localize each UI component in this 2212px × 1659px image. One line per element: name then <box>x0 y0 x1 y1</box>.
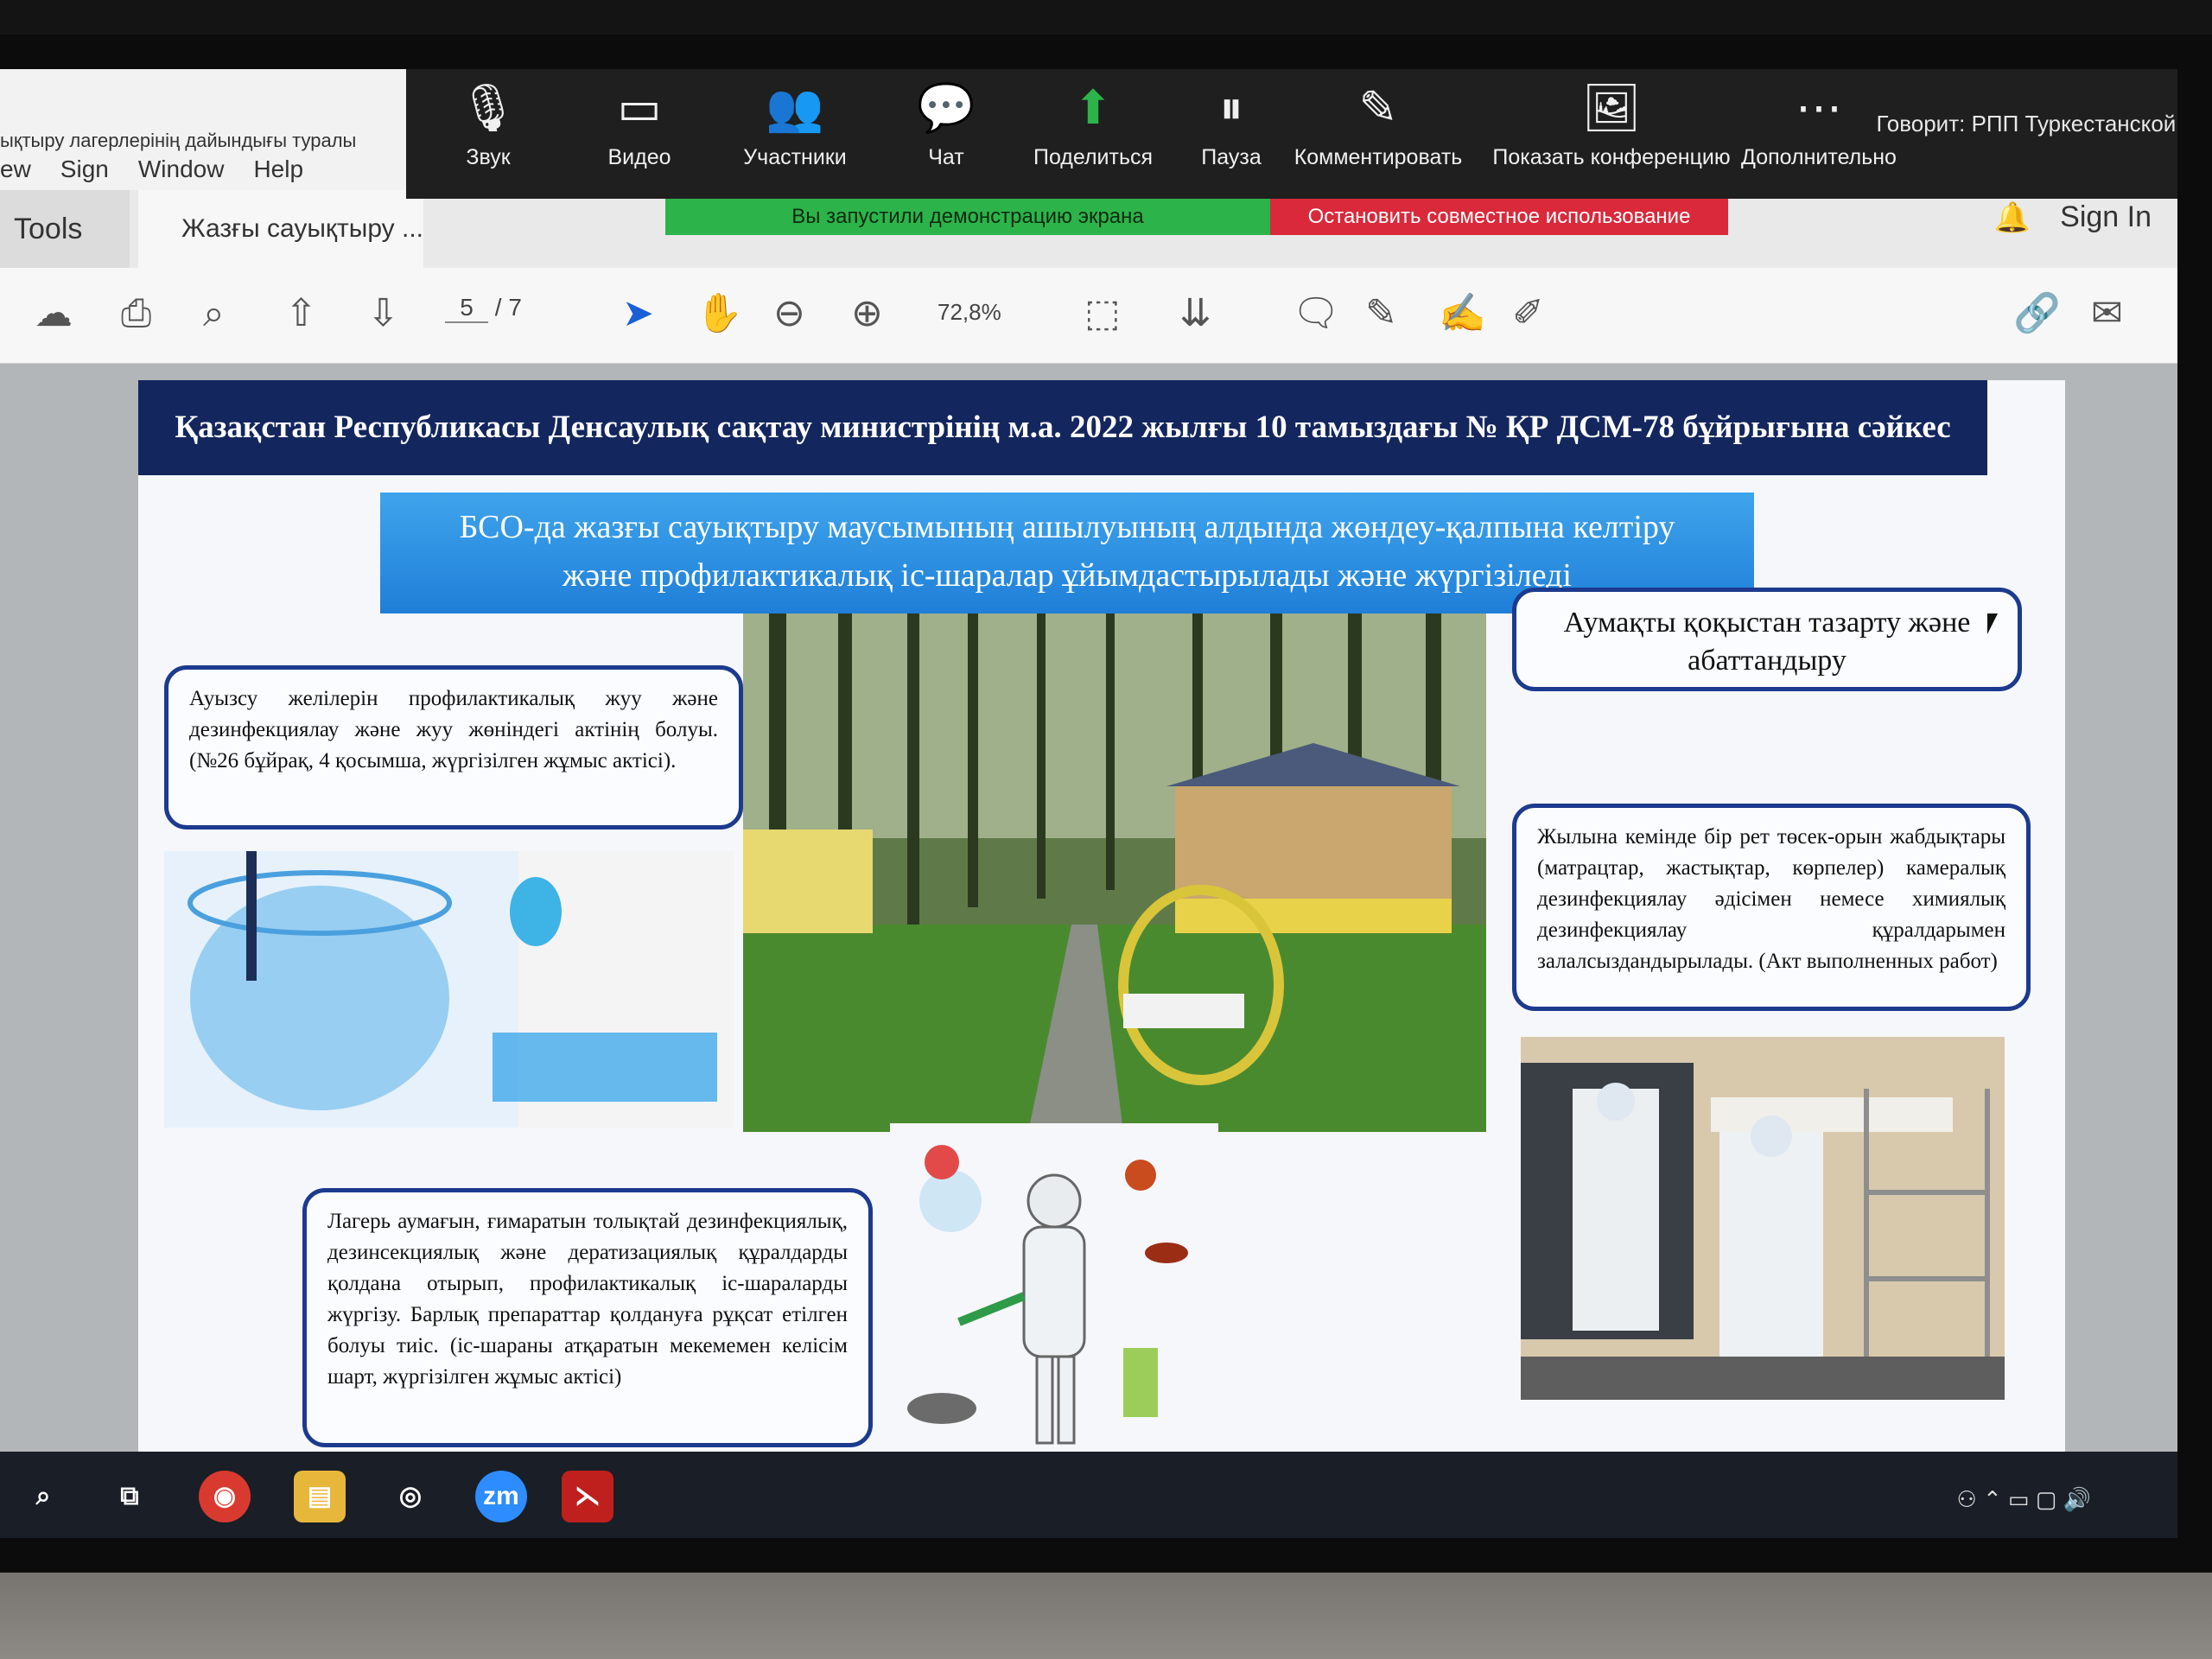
page-total: / 7 <box>494 294 522 321</box>
page-up-icon[interactable]: ⇧ <box>285 292 317 335</box>
acrobat-app-icon[interactable]: ⋋ <box>562 1471 613 1522</box>
edit-pdf-icon[interactable]: ✐ <box>1512 292 1544 335</box>
tab-document[interactable]: Жазғы сауықтыру ... <box>138 190 423 268</box>
info-box-disinfection: Лагерь аумағын, ғимаратын толықтай дезин… <box>302 1188 873 1447</box>
windows-taskbar: ⌕ ⧉ ◉ ▤ ◎ zm ⋋ ⚇ ⌃ ▭ ▢ 🔊 <box>0 1452 2177 1538</box>
camp-photo <box>743 613 1486 1132</box>
video-button[interactable]: ▭ Видео <box>557 78 721 170</box>
file-explorer-icon[interactable]: ▤ <box>294 1471 346 1522</box>
zoom-level-select[interactable]: 72,8% <box>938 299 1001 326</box>
participants-button[interactable]: 👥 Участники <box>713 78 877 170</box>
upload-cloud-icon[interactable]: ☁ <box>35 292 73 335</box>
pdf-slide-page: Қазақстан Республикасы Денсаулық сақтау … <box>138 380 2065 1495</box>
zoom-out-icon[interactable]: ⊖ <box>773 292 805 335</box>
acrobat-menubar: ықтыру лагерлерінің дайындығы туралы ew … <box>0 69 406 190</box>
comment-icon[interactable]: 🗨 <box>1292 292 1340 335</box>
app-circle-icon[interactable]: ◎ <box>385 1471 436 1522</box>
chat-button[interactable]: 💬 Чат <box>864 78 1028 170</box>
search-icon[interactable]: ⌕ <box>17 1471 69 1522</box>
water-lab-photo <box>164 851 734 1128</box>
sign-in-button[interactable]: Sign In <box>2060 200 2152 234</box>
chrome-icon[interactable]: ◉ <box>199 1471 251 1522</box>
mouse-cursor-icon <box>1987 613 2008 634</box>
bell-icon[interactable]: 🔔 <box>1994 200 2031 235</box>
chat-icon: 💬 <box>917 82 976 134</box>
info-box-bedding: Жылына кемінде бір рет төсек-орын жабдық… <box>1512 804 2031 1011</box>
sign-pen-icon[interactable]: ✍ <box>1439 292 1486 335</box>
page-indicator: 5 / 7 <box>445 294 522 323</box>
menu-sign[interactable]: Sign <box>60 156 109 183</box>
fit-page-icon[interactable]: ⬚ <box>1084 292 1121 335</box>
acrobat-toolbar: ☁ ⎙ ⌕ ⇧ ⇩ 5 / 7 ➤ ✋ ⊖ ⊕ 72,8% ⬚ ⇊ 🗨 ✎ ✍ … <box>0 268 2177 364</box>
link-icon[interactable]: 🔗 <box>2013 292 2061 335</box>
pest-control-illustration <box>890 1123 1218 1469</box>
scroll-mode-icon[interactable]: ⇊ <box>1179 292 1211 335</box>
video-camera-icon: ▭ <box>617 82 662 134</box>
page-down-icon[interactable]: ⇩ <box>367 292 399 335</box>
info-box-water: Ауызсу желілерін профилактикалық жуу жән… <box>164 665 743 830</box>
menu-window[interactable]: Window <box>138 156 225 183</box>
print-icon[interactable]: ⎙ <box>121 292 151 335</box>
highlight-pen-icon[interactable]: ✎ <box>1365 292 1397 335</box>
email-icon[interactable]: ✉ <box>2091 292 2123 335</box>
zoom-in-icon[interactable]: ⊕ <box>851 292 883 335</box>
select-cursor-icon[interactable]: ➤ <box>622 292 654 335</box>
annotate-pen-icon: ✎ <box>1358 82 1398 134</box>
window-title: ықтыру лагерлерінің дайындығы туралы <box>0 130 357 151</box>
show-meeting-icon: 🖼 <box>1581 82 1642 134</box>
page-current-input[interactable]: 5 <box>445 294 488 323</box>
search-zoom-icon[interactable]: ⌕ <box>203 292 225 335</box>
stop-share-button[interactable]: Остановить совместное использование <box>1270 199 1728 235</box>
zoom-app-icon[interactable]: zm <box>475 1471 527 1522</box>
menu-view[interactable]: ew <box>0 156 31 183</box>
microphone-icon: 🎙 <box>458 82 518 134</box>
info-box-territory: Аумақты қоқыстан тазарту және абаттандыр… <box>1512 588 2022 691</box>
mute-button[interactable]: 🎙 Звук <box>406 78 570 170</box>
active-speaker: Говорит: РПП Туркестанской... <box>1876 111 2177 137</box>
monitor-screen: ықтыру лагерлерінің дайындығы туралы ew … <box>0 69 2177 1538</box>
menu-items: ew Sign Window Help <box>0 156 303 183</box>
task-view-icon[interactable]: ⧉ <box>104 1471 156 1522</box>
disinfection-chamber-photo <box>1521 1037 2005 1400</box>
zoom-meeting-controls: 🎙 Звук ▭ Видео 👥 Участники 💬 Чат ⬆ Подел… <box>406 69 2177 199</box>
show-meeting-button[interactable]: 🖼 Показать конференцию <box>1486 78 1737 170</box>
tab-tools[interactable]: Tools <box>0 190 130 268</box>
slide-header: Қазақстан Республикасы Денсаулық сақтау … <box>138 380 1987 475</box>
menu-help[interactable]: Help <box>253 156 303 183</box>
annotate-button[interactable]: ✎ Комментировать <box>1279 78 1478 170</box>
participants-icon: 👥 <box>766 82 824 134</box>
system-tray-icons[interactable]: ⚇ ⌃ ▭ ▢ 🔊 <box>1957 1486 2092 1513</box>
hand-tool-icon[interactable]: ✋ <box>696 292 743 335</box>
screen-share-banner: Вы запустили демонстрацию экрана <box>665 199 1270 235</box>
